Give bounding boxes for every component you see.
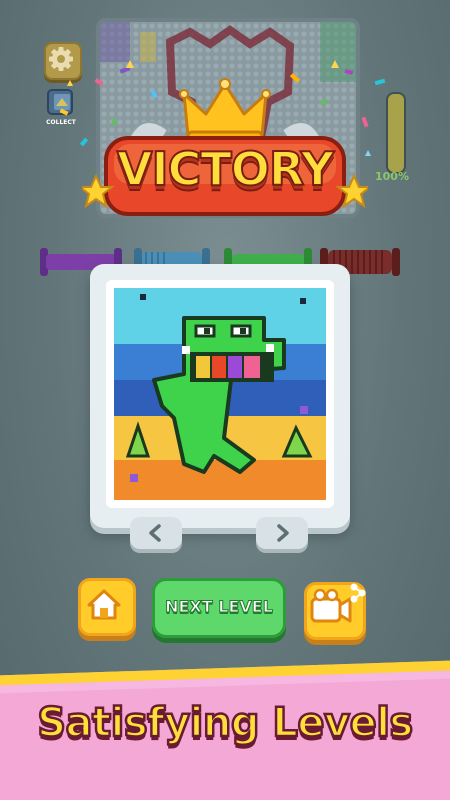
share-video-button[interactable] (304, 582, 366, 640)
crown-icon (179, 78, 271, 146)
next-level-button[interactable]: NEXT LEVEL (152, 578, 286, 638)
picture-frame (106, 280, 334, 508)
completed-picture-card (90, 264, 350, 528)
next-picture-button[interactable] (256, 517, 308, 549)
chevron-left-icon (149, 524, 161, 542)
game-screen: 100% COLLECT VICTORY NEXT LEVEL Satisfyi… (0, 0, 450, 800)
home-icon (87, 589, 121, 620)
victory-banner: VICTORY (82, 70, 368, 250)
pixel-art-crocodile (114, 288, 326, 500)
victory-title: VICTORY (116, 141, 335, 197)
chevron-right-icon (277, 524, 289, 542)
video-share-icon (310, 583, 366, 623)
previous-picture-button[interactable] (130, 517, 182, 549)
next-level-label: NEXT LEVEL (165, 597, 274, 617)
home-button[interactable] (78, 578, 136, 636)
promo-headline: Satisfying Levels (36, 699, 415, 748)
